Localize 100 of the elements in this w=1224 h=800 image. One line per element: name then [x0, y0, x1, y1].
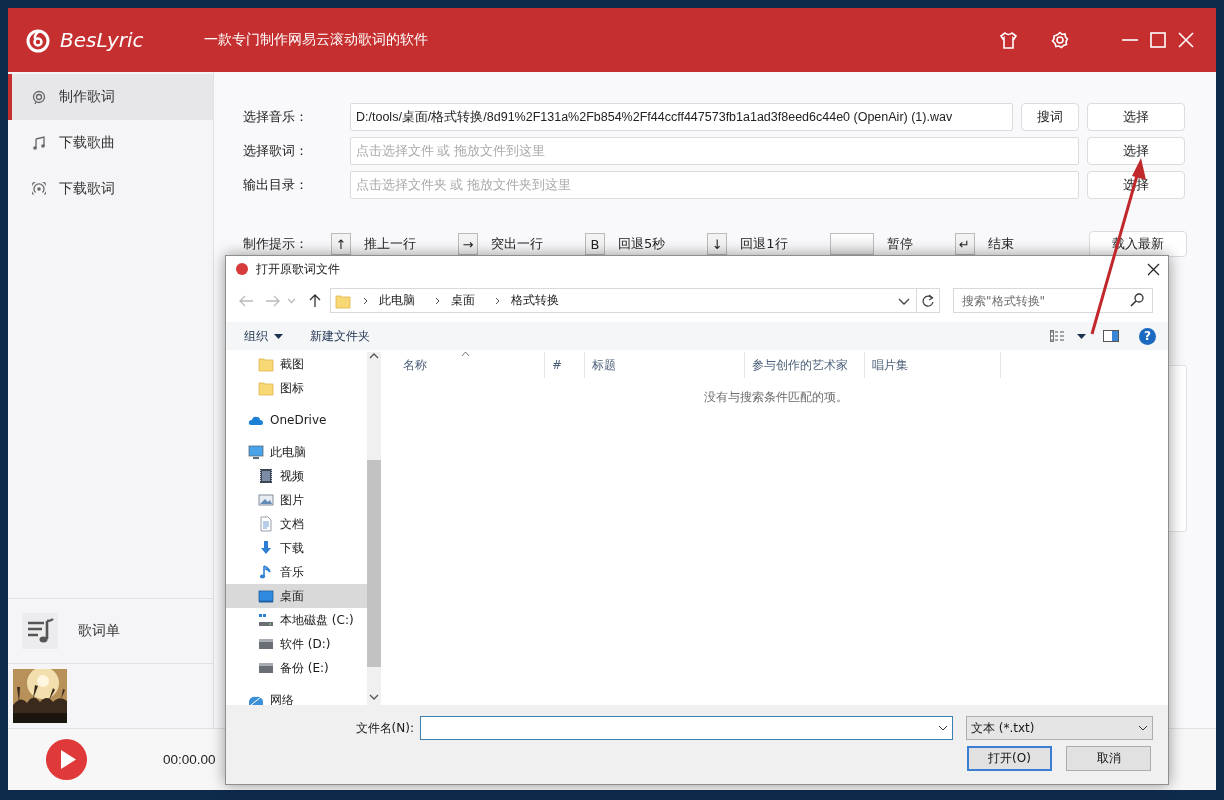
hint-text: 回退5秒 — [618, 235, 666, 253]
nav-item[interactable]: 音乐 — [226, 560, 367, 584]
help-button[interactable]: ? — [1139, 327, 1156, 345]
playlist-icon[interactable] — [22, 613, 58, 649]
nav-item[interactable]: 文档 — [226, 512, 367, 536]
up-arrow-icon[interactable] — [308, 292, 322, 309]
address-bar[interactable]: 此电脑 桌面 格式转换 — [330, 288, 940, 313]
filename-label: 文件名(N): — [354, 719, 414, 737]
breadcrumb[interactable]: 此电脑 — [379, 292, 415, 309]
hint-text: 推上一行 — [364, 235, 416, 253]
sidebar-icon — [32, 182, 46, 196]
column-header[interactable]: 名称 — [384, 352, 545, 378]
organize-button[interactable]: 组织 — [244, 327, 283, 345]
file-type-select[interactable]: 文本 (*.txt) — [966, 716, 1153, 740]
nav-item[interactable]: 本地磁盘 (C:) — [226, 608, 367, 632]
column-header[interactable]: 参与创作的艺术家 — [745, 352, 865, 378]
search-icon — [1130, 293, 1144, 307]
nav-item[interactable]: 桌面 — [226, 584, 367, 608]
browse-button[interactable]: 选择 — [1087, 103, 1185, 131]
nav-icon — [258, 564, 274, 580]
caret-icon — [274, 333, 283, 339]
key-cap: B — [585, 233, 605, 255]
view-list-icon[interactable] — [1050, 330, 1065, 342]
shirt-icon[interactable] — [999, 30, 1018, 50]
folder-icon — [335, 292, 351, 309]
search-field[interactable]: 搜索"格式转换" — [953, 288, 1153, 313]
open-button[interactable]: 打开(O) — [967, 746, 1052, 771]
chevron-icon[interactable] — [938, 725, 948, 731]
nav-item[interactable]: 此电脑 — [226, 440, 367, 464]
nav-item[interactable]: 备份 (E:) — [226, 656, 367, 680]
key-cap — [829, 233, 874, 255]
nav-item[interactable]: OneDrive — [226, 408, 367, 432]
scroll-up-icon[interactable] — [369, 352, 379, 360]
cancel-button[interactable]: 取消 — [1066, 746, 1151, 771]
nav-icon — [258, 612, 274, 628]
hint-text: 暂停 — [886, 235, 913, 253]
field-label: 选择歌词： — [243, 142, 309, 160]
browse-button[interactable]: 选择 — [1087, 137, 1185, 165]
field-label: 选择音乐： — [243, 108, 309, 126]
chevron-icon — [1138, 725, 1148, 731]
scrollbar-thumb[interactable] — [367, 460, 381, 667]
chevron-icon — [433, 295, 441, 306]
scroll-down-icon[interactable] — [369, 693, 379, 701]
sidebar-item[interactable]: 制作歌词 — [8, 74, 213, 120]
column-header[interactable]: 标题 — [585, 352, 745, 378]
hint-text: 突出一行 — [491, 235, 543, 253]
nav-icon — [258, 468, 274, 484]
preview-pane-icon[interactable] — [1103, 330, 1119, 342]
path-field[interactable]: 点击选择文件夹 或 拖放文件夹到这里 — [350, 171, 1079, 199]
app-name: BesLyric — [60, 28, 144, 52]
hint-text: 结束 — [987, 235, 1014, 253]
key-cap: → — [458, 233, 478, 255]
nav-icon — [258, 660, 274, 676]
sort-caret-icon — [461, 351, 470, 357]
hint-text: 回退1行 — [740, 235, 788, 253]
hint-label: 制作提示： — [243, 235, 309, 253]
nav-item[interactable]: 视频 — [226, 464, 367, 488]
play-button[interactable] — [46, 739, 87, 780]
nav-item[interactable]: 图片 — [226, 488, 367, 512]
playlist-label[interactable]: 歌词单 — [78, 622, 120, 640]
chevron-icon — [361, 295, 369, 306]
breadcrumb[interactable]: 桌面 — [451, 292, 475, 309]
nav-item[interactable]: 截图 — [226, 352, 367, 376]
nav-item[interactable]: 软件 (D:) — [226, 632, 367, 656]
key-cap: ↑ — [331, 233, 351, 255]
nav-icon — [258, 380, 274, 396]
chevron-icon — [493, 295, 501, 306]
sidebar-item[interactable]: 下载歌曲 — [8, 120, 213, 166]
nav-icon — [258, 636, 274, 652]
column-header[interactable]: 唱片集 — [865, 352, 1001, 378]
nav-item[interactable]: 下载 — [226, 536, 367, 560]
sidebar-icon — [32, 136, 46, 150]
nav-icon — [258, 356, 274, 372]
nav-icon — [258, 588, 274, 604]
search-lyrics-button[interactable]: 搜词 — [1021, 103, 1079, 131]
path-field[interactable]: 点击选择文件 或 拖放文件到这里 — [350, 137, 1079, 165]
time-label: 00:00.00 — [163, 752, 216, 767]
nav-icon — [258, 492, 274, 508]
app-icon — [236, 263, 248, 275]
refresh-icon[interactable] — [921, 293, 935, 308]
column-header[interactable]: # — [545, 352, 585, 378]
app-tagline: 一款专门制作网易云滚动歌词的软件 — [203, 31, 428, 49]
nav-icon — [258, 516, 274, 532]
empty-message: 没有与搜索条件匹配的项。 — [703, 389, 849, 406]
breadcrumb[interactable]: 格式转换 — [511, 292, 559, 309]
close-icon[interactable] — [1147, 262, 1160, 276]
nav-icon — [258, 540, 274, 556]
filename-field[interactable] — [420, 716, 953, 740]
path-field[interactable]: D:/tools/桌面/格式转换/8d91%2F131a%2Fb854%2Ff44ccff447573fb1a1ad3f8eed6c44e0 (OpenAir) (1).wav — [350, 103, 1013, 131]
logo-icon — [25, 27, 51, 53]
settings-icon[interactable] — [1051, 31, 1069, 49]
new-folder-button[interactable]: 新建文件夹 — [310, 327, 370, 345]
maximize-icon[interactable] — [1149, 31, 1167, 49]
sidebar-icon — [32, 90, 46, 104]
dialog-title: 打开原歌词文件 — [256, 260, 340, 278]
caret-icon[interactable] — [1077, 333, 1086, 339]
field-label: 输出目录： — [243, 176, 309, 194]
key-cap: ↵ — [954, 233, 975, 255]
sidebar-item[interactable]: 下载歌词 — [8, 166, 213, 212]
nav-item[interactable]: 图标 — [226, 376, 367, 400]
